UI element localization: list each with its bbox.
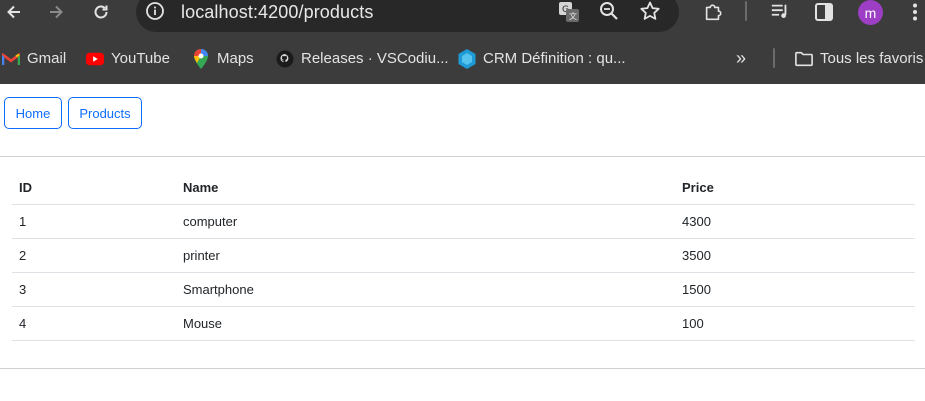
bookmarks-divider (773, 48, 775, 68)
youtube-icon (86, 50, 104, 68)
back-icon[interactable] (4, 2, 24, 22)
column-header-id: ID (12, 170, 176, 205)
products-button[interactable]: Products (68, 97, 142, 129)
cell-name: printer (176, 238, 675, 273)
gmail-icon (2, 50, 20, 68)
svg-text:文: 文 (569, 11, 577, 21)
cell-price: 100 (675, 306, 915, 341)
cell-name: Smartphone (176, 272, 675, 307)
cell-price: 4300 (675, 204, 915, 239)
column-header-price: Price (675, 170, 915, 205)
bottom-divider (0, 368, 925, 369)
profile-initial: m (864, 4, 877, 21)
bookmarks-bar: Gmail YouTube Maps Releases · VSCodiu...… (0, 33, 925, 84)
cell-id: 4 (12, 306, 176, 341)
bookmark-label: CRM Définition : qu... (483, 50, 626, 67)
table-row: 4 Mouse 100 (12, 306, 915, 341)
extensions-icon[interactable] (703, 2, 723, 22)
table-row: 3 Smartphone 1500 (12, 272, 915, 307)
cell-price: 3500 (675, 238, 915, 273)
bookmark-maps[interactable]: Maps (192, 33, 254, 84)
toolbar-divider (745, 1, 747, 21)
cell-name: computer (176, 204, 675, 239)
top-divider (0, 156, 925, 157)
reload-icon[interactable] (91, 2, 111, 22)
products-table: ID Name Price 1 computer 4300 2 printer … (12, 170, 915, 341)
profile-avatar[interactable]: m (858, 0, 883, 25)
url-text: localhost:4200/products (181, 2, 374, 22)
column-header-name: Name (176, 170, 675, 205)
bookmarks-overflow-button[interactable]: » (736, 33, 746, 84)
maps-icon (192, 48, 210, 69)
table-row: 2 printer 3500 (12, 238, 915, 273)
home-button[interactable]: Home (4, 97, 62, 129)
site-info-icon[interactable] (145, 1, 165, 26)
page-content: Home Products ID Name Price 1 computer 4… (0, 84, 925, 401)
cell-price: 1500 (675, 272, 915, 307)
reading-list-icon[interactable] (770, 2, 790, 22)
github-icon (276, 49, 294, 68)
menu-icon[interactable] (905, 2, 925, 22)
cell-id: 3 (12, 272, 176, 307)
bookmark-label: Gmail (27, 50, 67, 67)
bookmark-label: YouTube (111, 50, 170, 67)
bookmark-label: Tous les favoris (820, 50, 924, 67)
bookmark-all-favorites[interactable]: Tous les favoris (795, 33, 923, 84)
browser-toolbar: G文 localhost:4200/products m (0, 0, 925, 33)
chevron-double-right-icon: » (736, 48, 747, 68)
crm-icon (458, 48, 476, 69)
forward-icon[interactable] (46, 2, 66, 22)
bookmark-label: Releases · VSCodiu... (301, 50, 449, 67)
zoom-icon[interactable] (599, 1, 619, 26)
cell-name: Mouse (176, 306, 675, 341)
cell-id: 2 (12, 238, 176, 273)
folder-icon (795, 50, 813, 68)
bookmark-star-icon[interactable] (639, 0, 661, 27)
table-row: 1 computer 4300 (12, 204, 915, 239)
table-header-row: ID Name Price (12, 170, 915, 205)
bookmark-youtube[interactable]: YouTube (86, 33, 170, 84)
translate-icon[interactable]: G文 (558, 1, 580, 28)
bookmark-gmail[interactable]: Gmail (2, 33, 66, 84)
bookmark-label: Maps (217, 50, 254, 67)
bookmark-releases[interactable]: Releases · VSCodiu... (276, 33, 449, 84)
side-panel-icon[interactable] (814, 2, 834, 22)
cell-id: 1 (12, 204, 176, 239)
bookmark-crm[interactable]: CRM Définition : qu... (458, 33, 626, 84)
